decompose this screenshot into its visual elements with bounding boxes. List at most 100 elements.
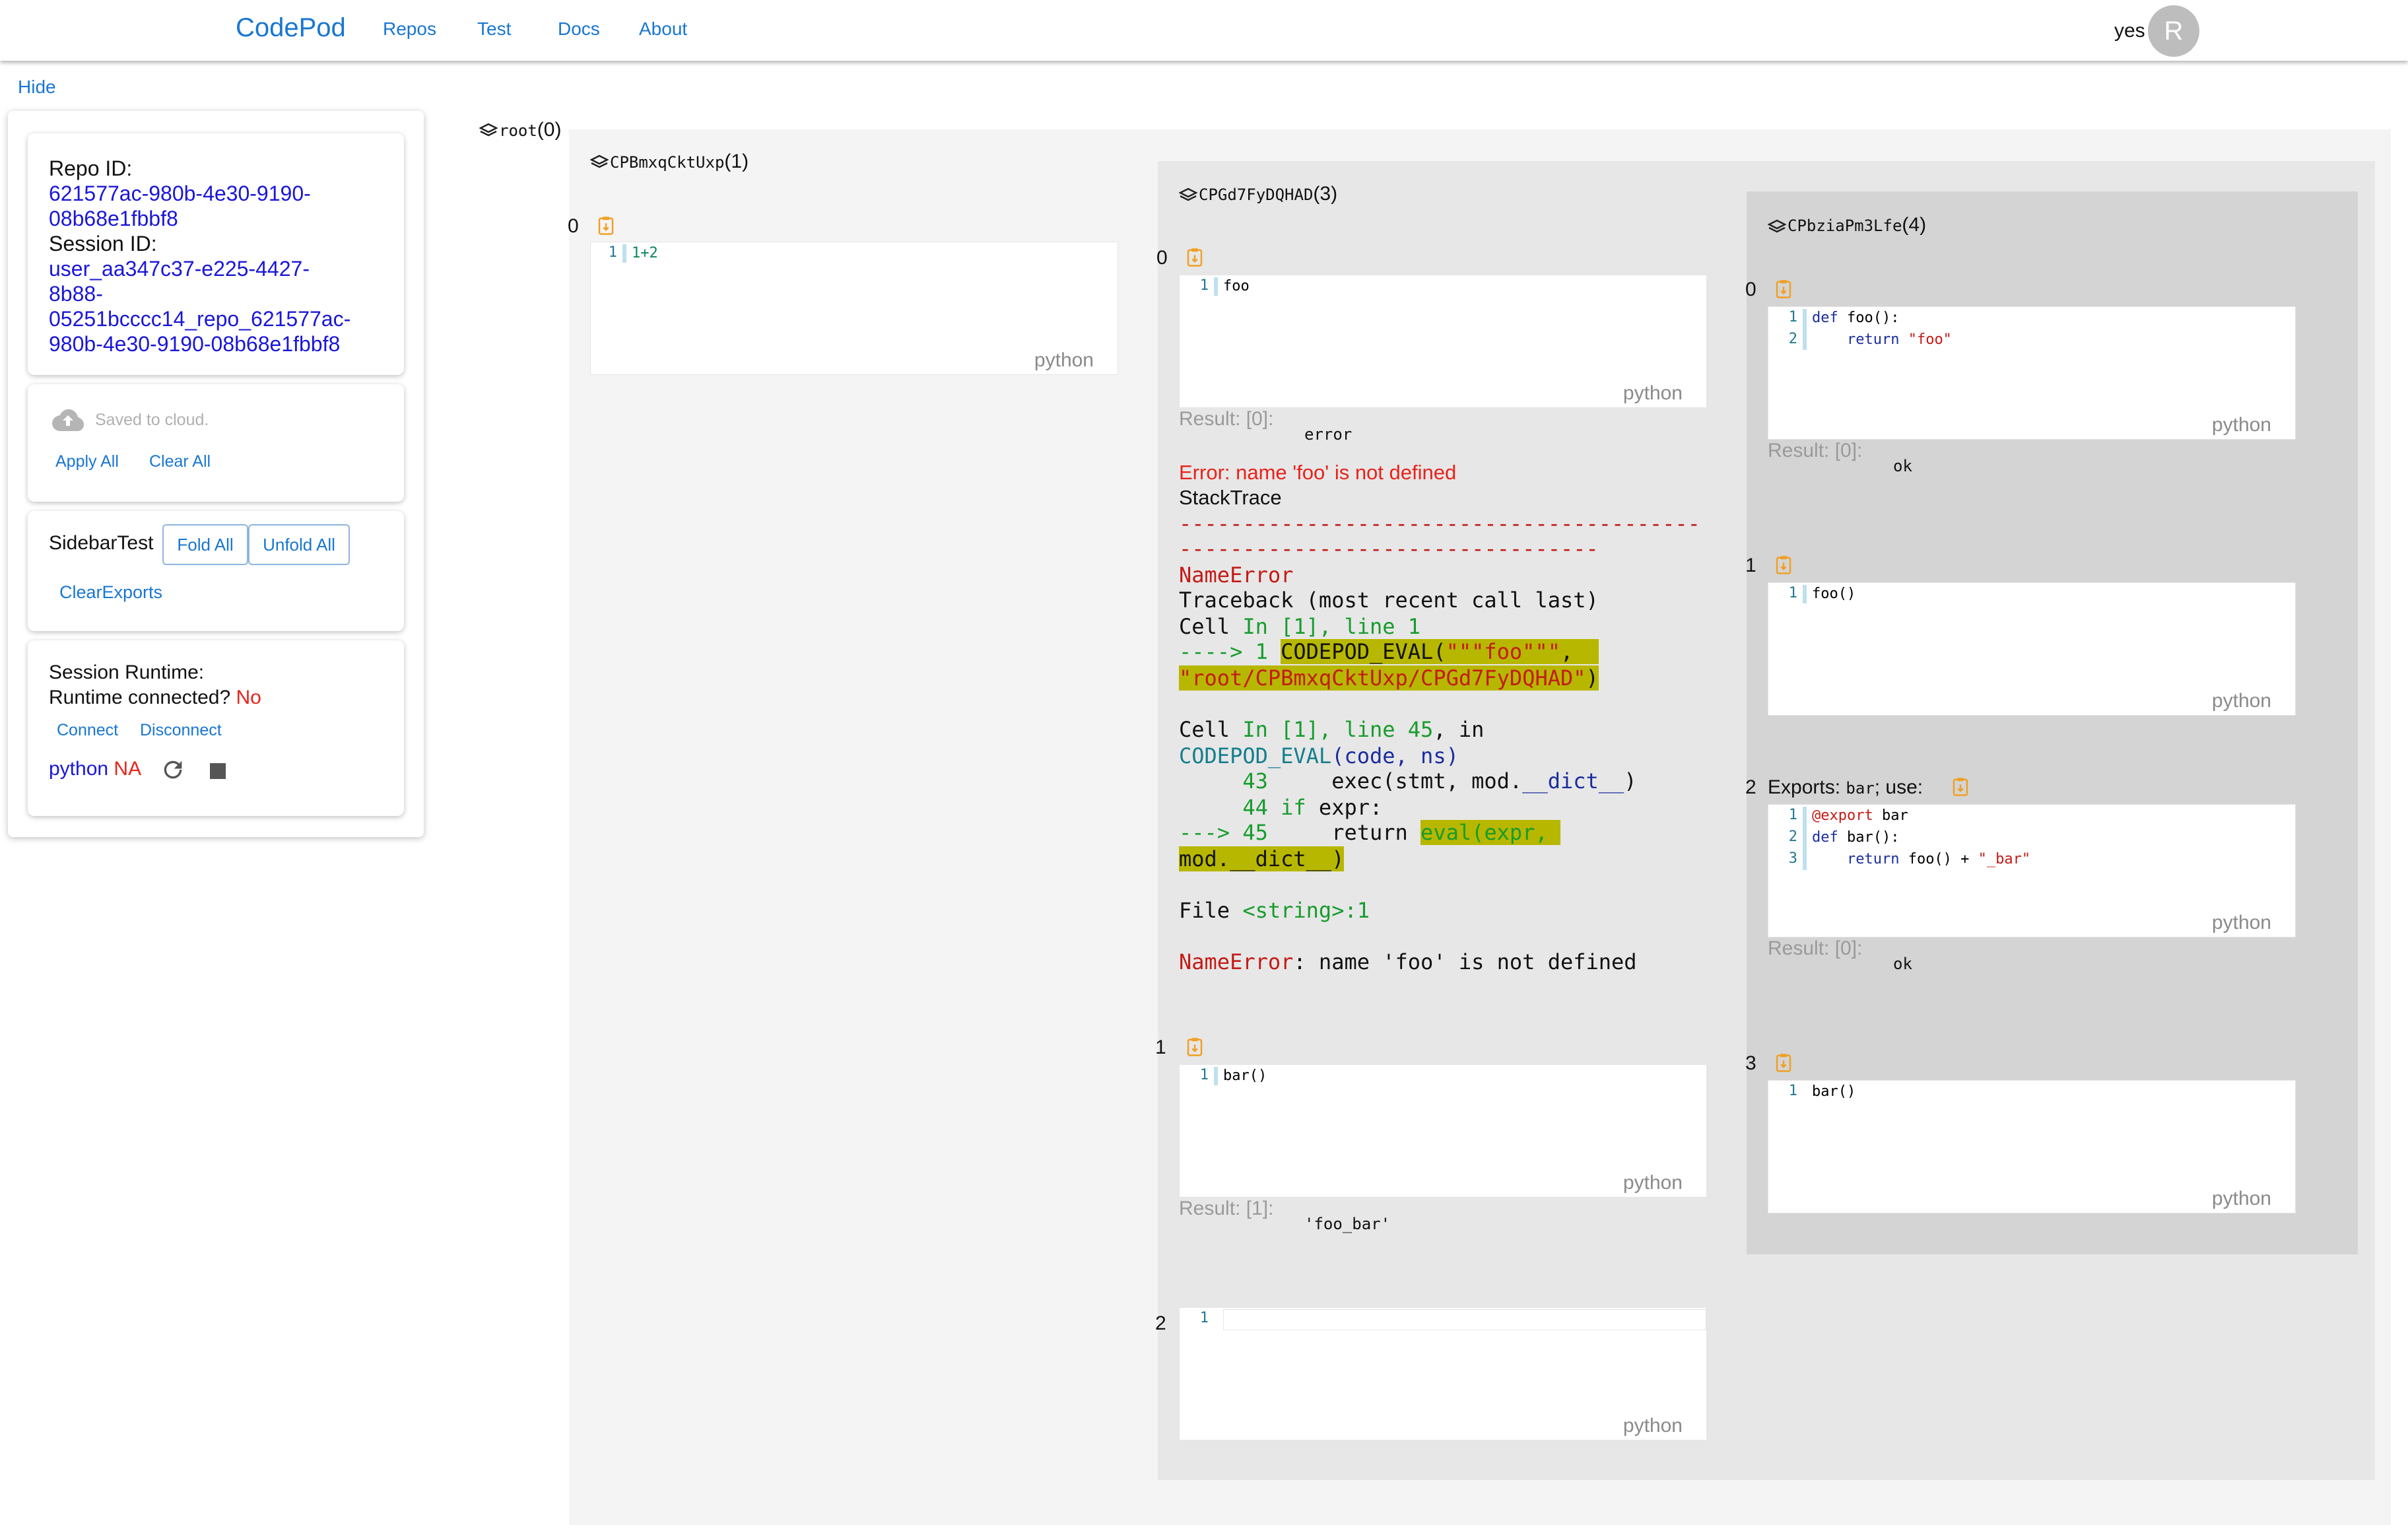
deck-icon [1179,187,1197,201]
avatar[interactable]: R [2148,5,2199,57]
language-label: python [2211,690,2271,712]
traceback-dashes: ----------------------------------------… [1179,511,1700,536]
session-id-line-1: user_aa347c37-e225-4427- [49,257,310,281]
language-label: python [1622,1415,1683,1437]
repo-id-line-1: 621577ac-980b-4e30-9190- [49,182,311,205]
code-line: bar() [1223,1068,1267,1084]
deck-icon [1768,219,1786,233]
pod-index: 3 [1745,1052,1756,1074]
traceback-cell: Cell In [1], line 1 [1179,614,1421,639]
code-editor[interactable]: 1 foo() python [1768,582,2296,716]
sidebar: Repo ID: 621577ac-980b-4e30-9190- 08b68e… [8,111,424,837]
exports-info: Exports: bar; use: [1768,776,1923,798]
saved-status-text: Saved to cloud. [95,411,209,429]
kernel-name: python [49,758,109,780]
code-editor[interactable]: 1 bar() python [1768,1080,2296,1213]
pod-index: 0 [1156,247,1168,269]
pod-index: 0 [1745,279,1756,300]
runtime-card: Session Runtime: Runtime connected? No C… [28,640,404,816]
nav-docs[interactable]: Docs [558,18,600,40]
pod-index: 0 [568,215,579,237]
nav-about[interactable]: About [639,18,687,40]
line-number: 1 [1788,807,1797,823]
code-line: foo() [1812,586,1856,602]
line-number: 2 [1788,829,1797,845]
sidebar-test-card: SidebarTest Fold All Unfold All ClearExp… [28,511,404,631]
deck1-title[interactable]: CPBmxqCktUxp(1) [610,151,749,173]
pod-index: 1 [1745,555,1756,576]
repo-info-card: Repo ID: 621577ac-980b-4e30-9190- 08b68e… [28,133,404,375]
language-label: python [1622,382,1683,404]
clipboard-icon[interactable] [1774,555,1793,575]
stop-icon[interactable] [210,763,226,779]
code-editor[interactable]: 1 2 def foo(): return "foo" python [1768,306,2296,440]
code-line: foo [1223,278,1250,294]
restart-icon[interactable] [160,757,186,783]
repo-id-line-2: 08b68e1fbbf8 [49,207,178,230]
session-runtime-label: Session Runtime: [49,661,205,683]
avatar-letter: R [2164,17,2184,46]
clipboard-icon[interactable] [1185,1037,1205,1057]
root-deck-title[interactable]: root(0) [499,119,561,141]
pod-index: 2 [1155,1312,1166,1334]
clipboard-icon[interactable] [1185,248,1205,267]
user-name: yes [2114,20,2145,42]
pod-index: 2 [1745,776,1756,798]
traceback-error-name: NameError [1179,562,1294,588]
fold-all-button[interactable]: Fold All [162,524,248,565]
result-value: error [1304,425,1353,444]
pod-index: 1 [1155,1036,1166,1058]
connect-button[interactable]: Connect [57,721,118,740]
result-value: 'foo_bar' [1304,1215,1391,1233]
result-label: Result: [0]: [1768,937,1863,959]
cloud-upload-icon [52,409,84,431]
traceback-line-44: 44 if expr: [1179,795,1383,820]
runtime-connected-label: Runtime connected? [49,687,231,708]
deck3-title[interactable]: CPbziaPm3Lfe(4) [1788,214,1926,236]
language-label: python [2211,1188,2271,1209]
code-editor[interactable]: 1 bar() python [1179,1064,1707,1198]
code-editor[interactable]: 1 1+2 python [590,242,1118,375]
line-number: 1 [1788,1083,1797,1099]
nav-test[interactable]: Test [477,18,511,40]
session-id-line-3: 05251bcccc14_repo_621577ac- [49,307,351,331]
code-editor[interactable]: 1 python [1179,1307,1707,1440]
line-number: 1 [1199,277,1209,294]
traceback-line-45-cont: mod.__dict__) [1179,846,1345,871]
clipboard-icon[interactable] [1774,1053,1793,1073]
code-line: 1+2 [632,245,658,261]
result-label: Result: [0]: [1179,408,1274,430]
line-number: 1 [1199,1067,1209,1083]
session-id-line-2: 8b88- [49,282,103,306]
repo-id-label: Repo ID: [49,156,133,180]
line-number: 3 [1788,850,1797,867]
line-number: 1 [1199,1310,1209,1326]
traceback-arrow-line-cont: "root/CPBmxqCktUxp/CPGd7FyDQHAD") [1179,665,1599,691]
code-line: def foo(): [1812,310,1900,326]
apply-all-button[interactable]: Apply All [55,452,119,471]
error-message: Error: name 'foo' is not defined [1179,461,1457,484]
code-editor[interactable]: 1 2 3 @export bar def bar(): return foo(… [1768,804,2296,937]
traceback-header: Traceback (most recent call last) [1179,588,1599,613]
language-label: python [1034,349,1094,371]
clear-exports-button[interactable]: ClearExports [59,582,162,603]
code-editor[interactable]: 1 foo python [1179,275,1707,408]
unfold-all-button[interactable]: Unfold All [248,524,350,565]
brand-logo[interactable]: CodePod [236,13,346,43]
code-line: @export bar [1812,807,1908,824]
deck2-title[interactable]: CPGd7FyDQHAD(3) [1199,183,1337,205]
session-id-label: Session ID: [49,232,157,255]
result-value: ok [1893,457,1912,475]
hide-sidebar-button[interactable]: Hide [18,77,56,98]
nav-repos[interactable]: Repos [383,18,436,40]
disconnect-button[interactable]: Disconnect [140,721,222,740]
clipboard-icon[interactable] [1951,777,1970,797]
traceback-function: CODEPOD_EVAL(code, ns) [1179,743,1459,768]
clear-all-button[interactable]: Clear All [149,452,211,471]
clipboard-icon[interactable] [596,216,616,236]
code-line: return foo() + "_bar" [1812,851,2031,867]
stacktrace-label: StackTrace [1179,486,1282,509]
traceback-line-43: 43 exec(stmt, mod.__dict__) [1179,768,1637,794]
clipboard-icon[interactable] [1774,279,1793,299]
line-number: 2 [1788,331,1797,347]
